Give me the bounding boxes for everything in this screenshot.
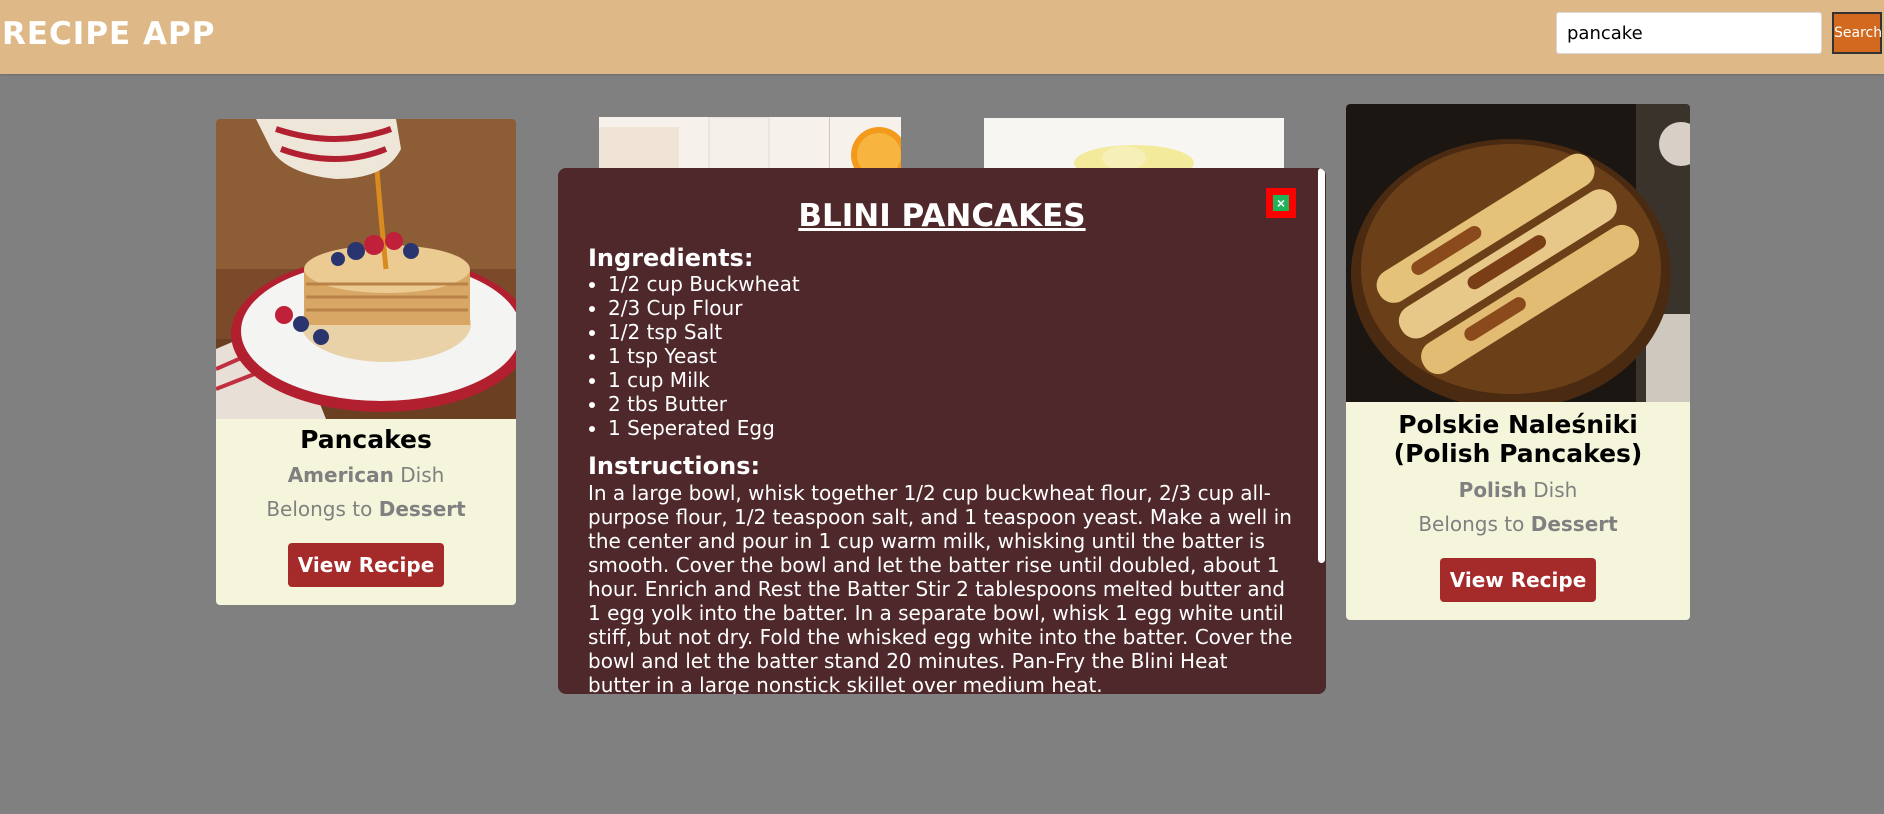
ingredient-item: 2/3 Cup Flour — [608, 296, 800, 320]
recipe-image — [1346, 104, 1690, 402]
instructions-text: In a large bowl, whisk together 1/2 cup … — [588, 481, 1293, 694]
instructions-heading: Instructions: — [588, 452, 761, 480]
scrollbar-thumb[interactable] — [1318, 168, 1325, 563]
cuisine-name: Polish — [1458, 478, 1527, 502]
ingredient-item: 1/2 tsp Salt — [608, 320, 800, 344]
recipe-image — [599, 117, 901, 169]
view-recipe-button[interactable]: View Recipe — [288, 543, 444, 587]
ingredient-item: 1 Seperated Egg — [608, 416, 800, 440]
recipe-card: Polskie Naleśniki (Polish Pancakes) Poli… — [1346, 104, 1690, 620]
category-name: Dessert — [1530, 512, 1618, 536]
card-category: Belongs to Dessert — [216, 497, 516, 521]
belongs-label: Belongs to — [266, 497, 379, 521]
recipe-image — [984, 118, 1284, 169]
recipe-modal: BLINI PANCAKES × Ingredients: 1/2 cup Bu… — [558, 168, 1326, 694]
view-recipe-button[interactable]: View Recipe — [1440, 558, 1596, 602]
search-input[interactable] — [1556, 12, 1822, 54]
card-title: Polskie Naleśniki (Polish Pancakes) — [1393, 410, 1643, 468]
belongs-label: Belongs to — [1418, 512, 1531, 536]
ingredients-heading: Ingredients: — [588, 244, 754, 272]
cuisine-name: American — [287, 463, 394, 487]
modal-title: BLINI PANCAKES — [798, 198, 1086, 234]
card-cuisine: Polish Dish — [1346, 478, 1690, 502]
category-name: Dessert — [378, 497, 466, 521]
app-header: RECIPE APP Search — [0, 0, 1884, 74]
dish-label: Dish — [393, 463, 445, 487]
dish-label: Dish — [1526, 478, 1578, 502]
recipe-image — [216, 119, 516, 419]
ingredient-item: 1 cup Milk — [608, 368, 800, 392]
app-title: RECIPE APP — [2, 16, 216, 52]
close-button[interactable]: × — [1266, 188, 1296, 218]
recipe-card: Pancakes American Dish Belongs to Desser… — [216, 119, 516, 605]
ingredient-item: 2 tbs Butter — [608, 392, 800, 416]
ingredient-item: 1 tsp Yeast — [608, 344, 800, 368]
card-title: Pancakes — [300, 425, 432, 454]
ingredient-item: 1/2 cup Buckwheat — [608, 272, 800, 296]
card-category: Belongs to Dessert — [1346, 512, 1690, 536]
ingredients-list: 1/2 cup Buckwheat 2/3 Cup Flour 1/2 tsp … — [588, 272, 800, 440]
close-icon: × — [1273, 195, 1289, 211]
card-cuisine: American Dish — [216, 463, 516, 487]
search-button[interactable]: Search — [1832, 12, 1882, 54]
